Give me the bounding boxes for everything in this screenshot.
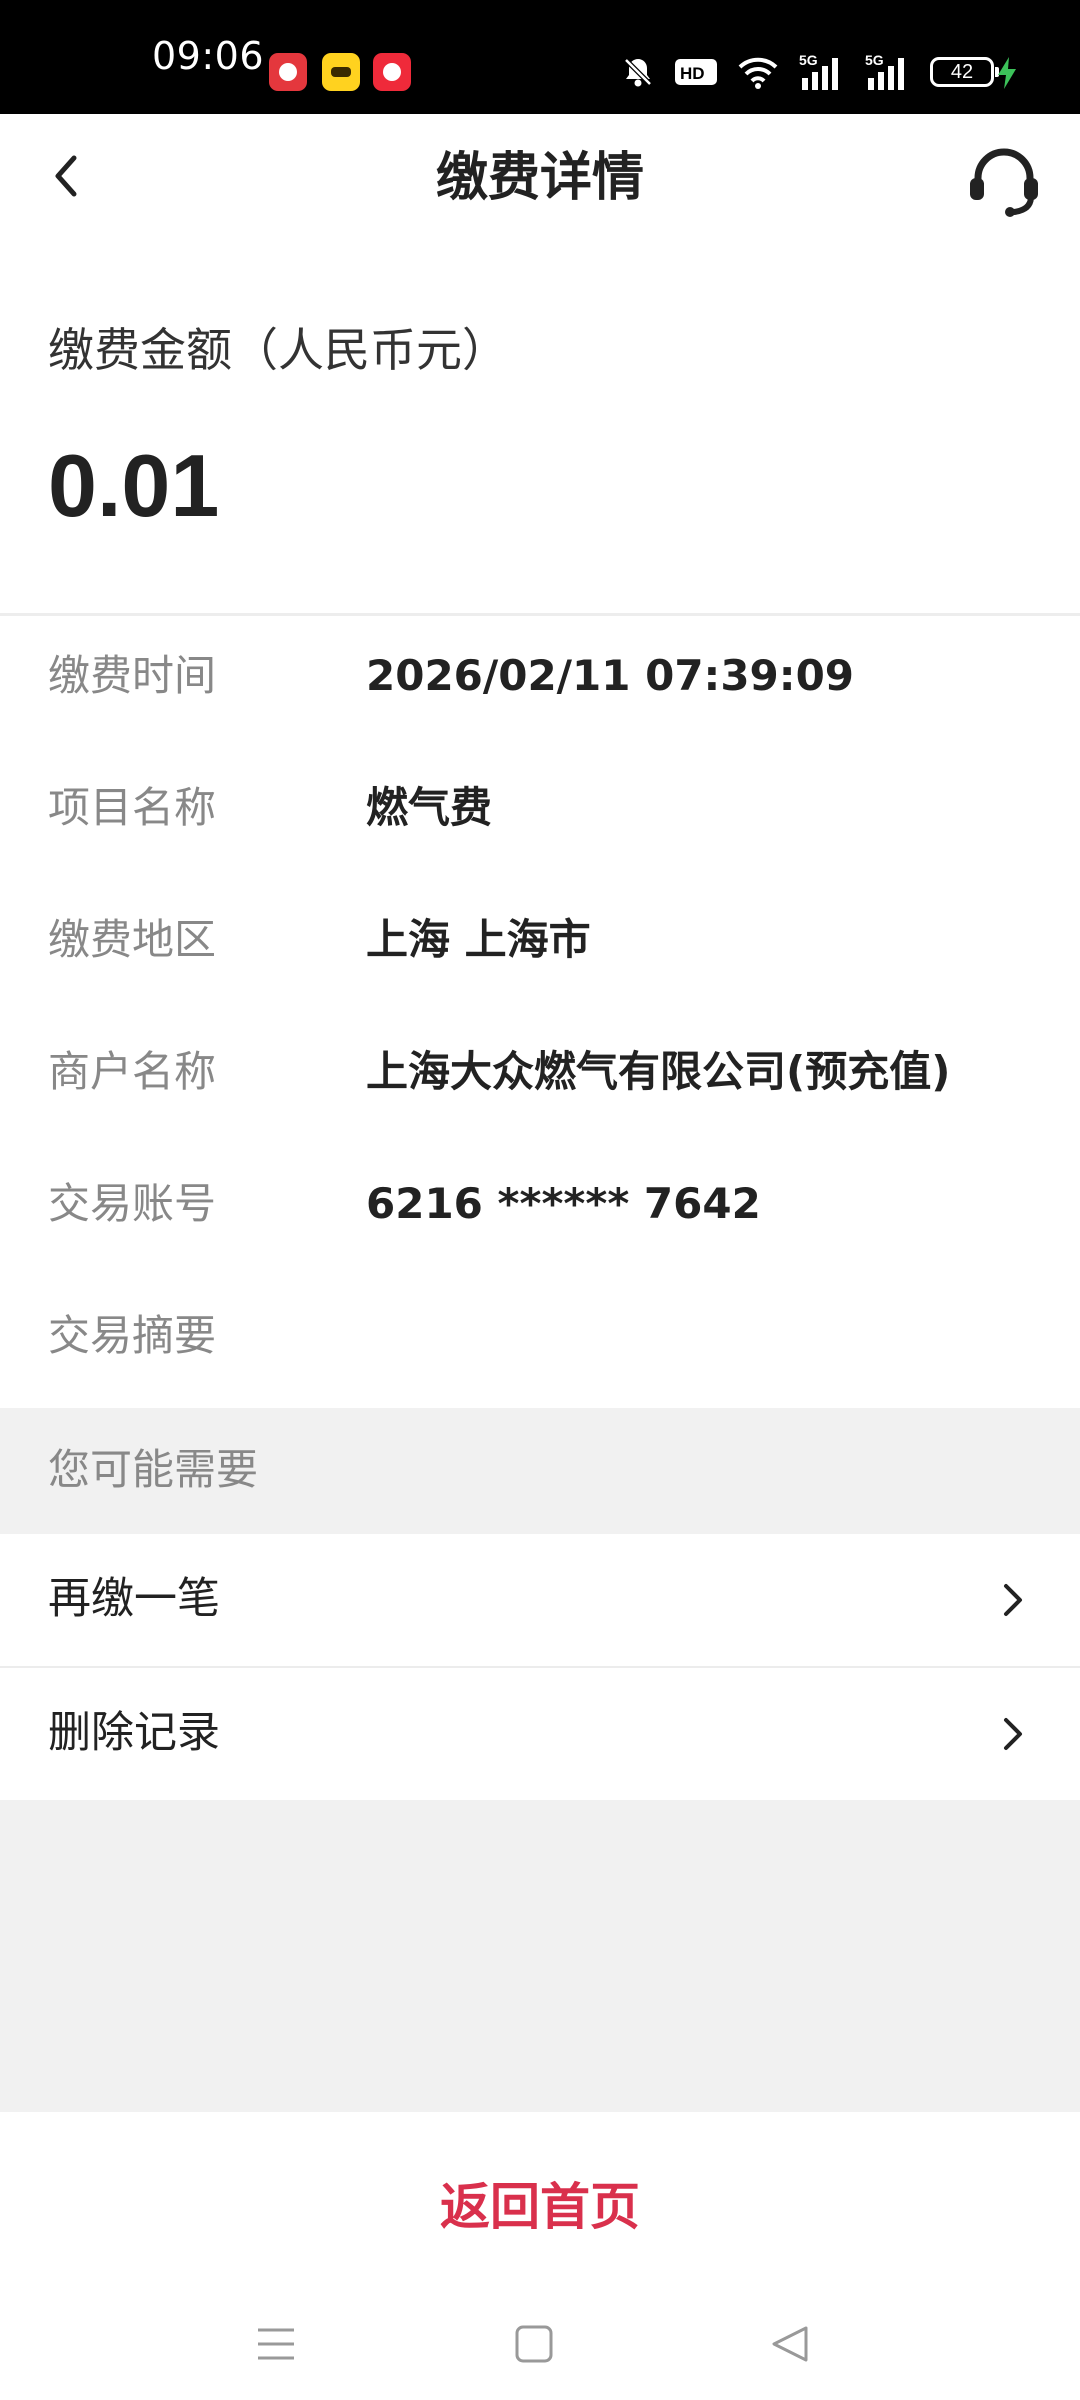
- amount-label: 缴费金额（人民币元）: [48, 323, 508, 377]
- return-home-button[interactable]: 返回首页: [340, 2164, 740, 2250]
- amount-value: 0.01: [48, 436, 220, 535]
- detail-row-account: 交易账号 6216 ****** 7642: [0, 1144, 1080, 1276]
- delete-record-button[interactable]: 删除记录: [0, 1668, 1080, 1800]
- charging-icon: [998, 57, 1016, 89]
- detail-row-time: 缴费时间 2026/02/11 07:39:09: [0, 616, 1080, 748]
- detail-label: 交易摘要: [48, 1311, 217, 1360]
- action-label: 删除记录: [48, 1708, 220, 1758]
- app-icon-3: [373, 53, 411, 91]
- status-icons: HD 5G 5G 42: [620, 48, 999, 96]
- action-label: 再缴一笔: [48, 1574, 220, 1624]
- detail-row-summary: 交易摘要: [0, 1276, 1080, 1408]
- details-list: 缴费时间 2026/02/11 07:39:09 项目名称 燃气费 缴费地区 上…: [0, 616, 1080, 1408]
- system-nav-bar: [0, 2302, 1080, 2392]
- bottom-bar: 返回首页: [0, 2112, 1080, 2400]
- detail-label: 缴费时间: [48, 651, 217, 700]
- chevron-right-icon: [1004, 1584, 1022, 1616]
- detail-label: 商户名称: [48, 1047, 217, 1096]
- menu-icon[interactable]: [256, 2322, 296, 2366]
- detail-value: 2026/02/11 07:39:09: [366, 651, 855, 700]
- signal-icon: 5G: [865, 52, 904, 90]
- header: 缴费详情: [0, 114, 1080, 244]
- home-icon[interactable]: [514, 2322, 554, 2366]
- svg-text:5G: 5G: [799, 52, 818, 68]
- page-title: 缴费详情: [435, 148, 644, 208]
- detail-row-merchant: 商户名称 上海大众燃气有限公司(预充值): [0, 1012, 1080, 1144]
- detail-label: 缴费地区: [48, 915, 217, 964]
- detail-value: 燃气费: [366, 783, 493, 832]
- mute-icon: [624, 58, 652, 87]
- detail-row-region: 缴费地区 上海 上海市: [0, 880, 1080, 1012]
- detail-value: 上海 上海市: [366, 915, 591, 964]
- back-triangle-icon[interactable]: [770, 2322, 810, 2366]
- battery-icon: 42: [930, 57, 999, 87]
- amount-card: 缴费金额（人民币元） 0.01: [0, 244, 1080, 613]
- status-bar: 09:06 HD 5G 5G 42: [0, 0, 1080, 114]
- app-icon-1: [269, 53, 307, 91]
- section-title: 您可能需要: [48, 1445, 259, 1494]
- detail-row-item: 项目名称 燃气费: [0, 748, 1080, 880]
- detail-label: 项目名称: [48, 783, 217, 832]
- detail-label: 交易账号: [48, 1179, 217, 1228]
- status-time: 09:06: [152, 34, 265, 78]
- signal-icon: 5G: [799, 52, 838, 90]
- wifi-icon: [738, 57, 778, 89]
- chevron-right-icon: [1004, 1718, 1022, 1750]
- svg-text:5G: 5G: [865, 52, 884, 68]
- suggestions-header: 您可能需要: [0, 1408, 1080, 1534]
- app-icon-2: [322, 53, 360, 91]
- detail-value: 6216 ****** 7642: [366, 1179, 761, 1228]
- detail-value: 上海大众燃气有限公司(预充值): [366, 1047, 951, 1096]
- headset-icon[interactable]: [964, 140, 1044, 220]
- pay-again-button[interactable]: 再缴一笔: [0, 1534, 1080, 1666]
- hd-icon: HD: [675, 59, 717, 85]
- svg-text:HD: HD: [680, 64, 705, 83]
